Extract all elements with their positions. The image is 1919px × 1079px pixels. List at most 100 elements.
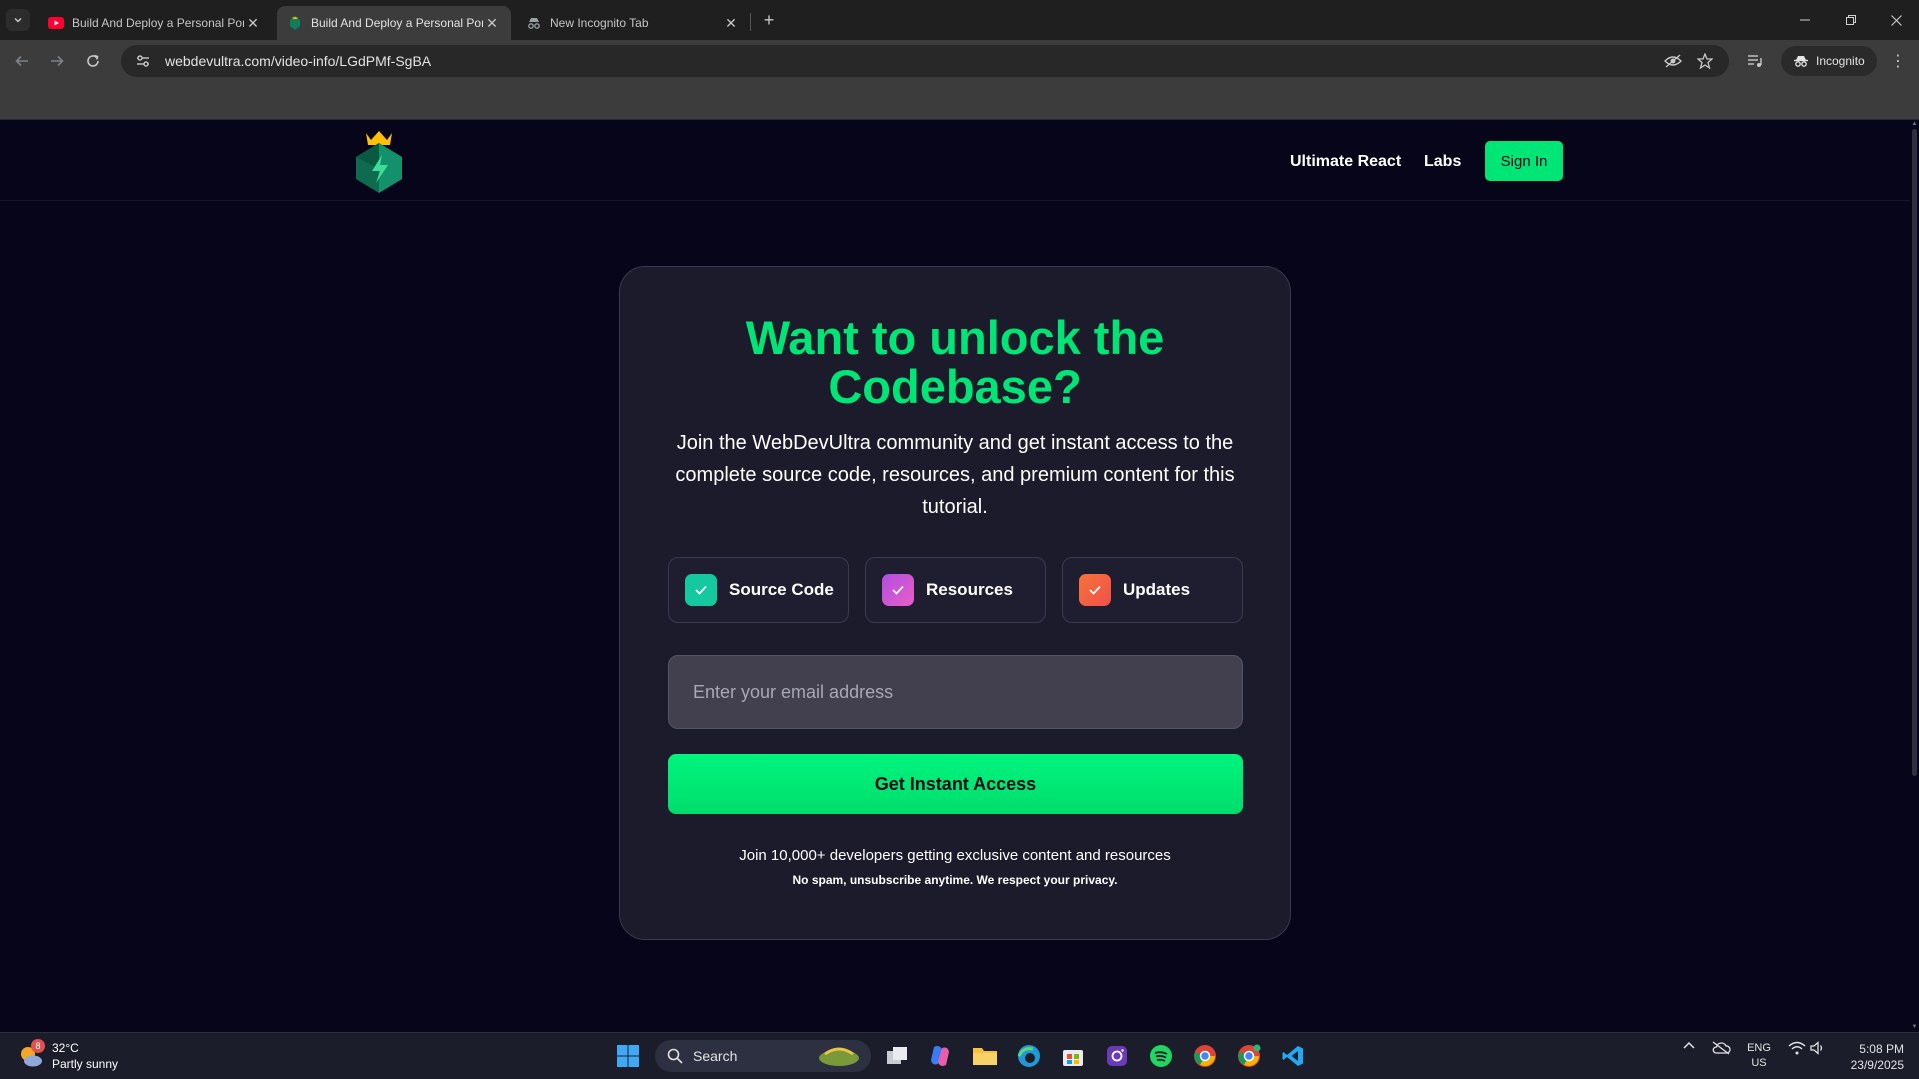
restore-icon xyxy=(1846,15,1856,25)
more-vertical-icon: ⋮ xyxy=(1890,53,1906,70)
chrome-button[interactable] xyxy=(1190,1041,1220,1071)
tab-title: New Incognito Tab xyxy=(550,16,649,30)
page-scrollbar[interactable]: ▲ ▼ xyxy=(1910,121,1919,1032)
show-hidden-icons-button[interactable] xyxy=(1680,1041,1698,1049)
nav-ultimate-react[interactable]: Ultimate React xyxy=(1290,153,1401,171)
instagram-icon xyxy=(1107,1046,1127,1066)
search-highlight-icon xyxy=(819,1047,859,1066)
feature-resources: Resources xyxy=(865,557,1046,623)
weather-temp: 32°C xyxy=(52,1041,79,1055)
system-clock[interactable]: 5:08 PM 23/9/2025 xyxy=(1832,1041,1904,1073)
restore-button[interactable] xyxy=(1828,0,1874,40)
address-url: webdevultra.com/video-info/LGdPMf-SgBA xyxy=(165,53,432,69)
privacy-note: No spam, unsubscribe anytime. We respect… xyxy=(792,873,1118,887)
tab-title: Build And Deploy a Personal Portfolio xyxy=(311,16,483,30)
spotify-icon xyxy=(1150,1045,1172,1067)
tab-webdevultra[interactable]: Build And Deploy a Personal Portfolio ✕ xyxy=(277,6,511,40)
email-input[interactable] xyxy=(668,655,1243,729)
site-info-icon[interactable] xyxy=(135,53,151,69)
tab-new-incognito[interactable]: New Incognito Tab ✕ xyxy=(516,6,750,40)
youtube-icon xyxy=(48,15,64,31)
check-icon xyxy=(685,574,717,606)
chevron-up-icon xyxy=(1683,1041,1695,1049)
nav-labs[interactable]: Labs xyxy=(1424,153,1461,171)
vscode-button[interactable] xyxy=(1278,1041,1308,1071)
tab-youtube[interactable]: Build And Deploy a Personal Portfolio ✕ xyxy=(38,6,272,40)
reload-icon xyxy=(87,54,99,67)
copilot-icon xyxy=(931,1046,949,1066)
incognito-icon xyxy=(526,15,542,31)
store-button[interactable] xyxy=(1058,1041,1088,1071)
address-bar[interactable]: webdevultra.com/video-info/LGdPMf-SgBA xyxy=(121,45,1729,77)
feature-label: Updates xyxy=(1123,580,1191,599)
tab-title: Build And Deploy a Personal Portfolio xyxy=(72,16,244,30)
forward-button[interactable] xyxy=(45,49,69,73)
chrome-profile-button[interactable] xyxy=(1234,1041,1264,1071)
vscode-icon xyxy=(1282,1046,1303,1066)
sign-in-button[interactable]: Sign In xyxy=(1485,141,1563,181)
search-icon xyxy=(667,1048,683,1064)
clock-time: 5:08 PM xyxy=(1859,1042,1904,1056)
file-explorer-button[interactable] xyxy=(970,1041,1000,1071)
incognito-icon xyxy=(1794,56,1808,67)
minimize-button[interactable] xyxy=(1782,0,1828,40)
card-title: Want to unlock the Codebase? xyxy=(620,313,1290,411)
scroll-up-icon[interactable]: ▲ xyxy=(1910,121,1919,129)
tab-divider xyxy=(750,13,751,31)
edge-icon xyxy=(1017,1045,1040,1067)
webdevultra-icon xyxy=(287,15,303,31)
community-note: Join 10,000+ developers getting exclusiv… xyxy=(739,847,1171,864)
feature-source-code: Source Code xyxy=(668,557,849,623)
search-label: Search xyxy=(693,1048,738,1064)
feature-label: Resources xyxy=(926,580,1013,599)
feature-updates: Updates xyxy=(1062,557,1243,623)
close-window-button[interactable] xyxy=(1873,0,1919,40)
site-header: Ultimate React Labs Sign In xyxy=(0,121,1910,201)
bookmark-star-icon[interactable] xyxy=(1693,49,1717,73)
taskbar-search[interactable]: Search xyxy=(655,1040,871,1072)
volume-status[interactable] xyxy=(1809,1041,1827,1055)
close-tab-icon[interactable]: ✕ xyxy=(722,15,740,32)
windows-taskbar: 8 32°C Partly sunny Search ENG US 5:08 P… xyxy=(0,1032,1919,1079)
close-tab-icon[interactable]: ✕ xyxy=(483,15,501,32)
card-description: Join the WebDevUltra community and get i… xyxy=(675,432,1235,518)
start-button[interactable] xyxy=(613,1041,643,1071)
bookmarks-bar xyxy=(0,82,1919,120)
chrome-icon xyxy=(1194,1045,1216,1067)
check-icon xyxy=(1079,574,1111,606)
feature-label: Source Code xyxy=(729,580,834,599)
incognito-indicator[interactable]: Incognito xyxy=(1781,46,1877,76)
wifi-status[interactable] xyxy=(1787,1041,1807,1055)
onedrive-status[interactable] xyxy=(1710,1041,1732,1055)
spotify-button[interactable] xyxy=(1146,1041,1176,1071)
cloud-off-icon xyxy=(1712,1041,1731,1055)
speaker-icon xyxy=(1810,1041,1823,1055)
arrow-left-icon xyxy=(15,55,28,67)
arrow-right-icon xyxy=(51,55,64,67)
input-language[interactable]: ENG US xyxy=(1744,1041,1774,1071)
wifi-icon xyxy=(1788,1041,1806,1055)
scrollbar-thumb[interactable] xyxy=(1912,129,1917,776)
reload-button[interactable] xyxy=(81,49,105,73)
media-controls-icon[interactable] xyxy=(1743,49,1767,73)
tracking-protection-icon[interactable] xyxy=(1661,49,1685,73)
edge-button[interactable] xyxy=(1014,1041,1044,1071)
back-button[interactable] xyxy=(10,49,34,73)
task-view-button[interactable] xyxy=(882,1041,912,1071)
partly-sunny-icon: 8 xyxy=(18,1039,45,1069)
new-tab-button[interactable]: + xyxy=(758,9,780,31)
webdevultra-logo[interactable] xyxy=(352,129,406,195)
webpage: Ultimate React Labs Sign In Want to unlo… xyxy=(0,121,1910,1032)
store-icon xyxy=(1063,1050,1083,1066)
card-title-line1: Want to unlock the xyxy=(745,311,1165,364)
get-instant-access-button[interactable]: Get Instant Access xyxy=(668,754,1243,814)
scroll-down-icon[interactable]: ▼ xyxy=(1910,1024,1919,1032)
language-code: ENG xyxy=(1747,1042,1771,1054)
weather-widget[interactable]: 8 32°C Partly sunny xyxy=(18,1039,118,1072)
instagram-button[interactable] xyxy=(1102,1041,1132,1071)
close-tab-icon[interactable]: ✕ xyxy=(244,15,262,32)
chrome-icon xyxy=(1238,1044,1261,1067)
copilot-button[interactable] xyxy=(925,1041,955,1071)
browser-menu-button[interactable]: ⋮ xyxy=(1888,49,1908,73)
tab-search-button[interactable] xyxy=(6,9,30,31)
